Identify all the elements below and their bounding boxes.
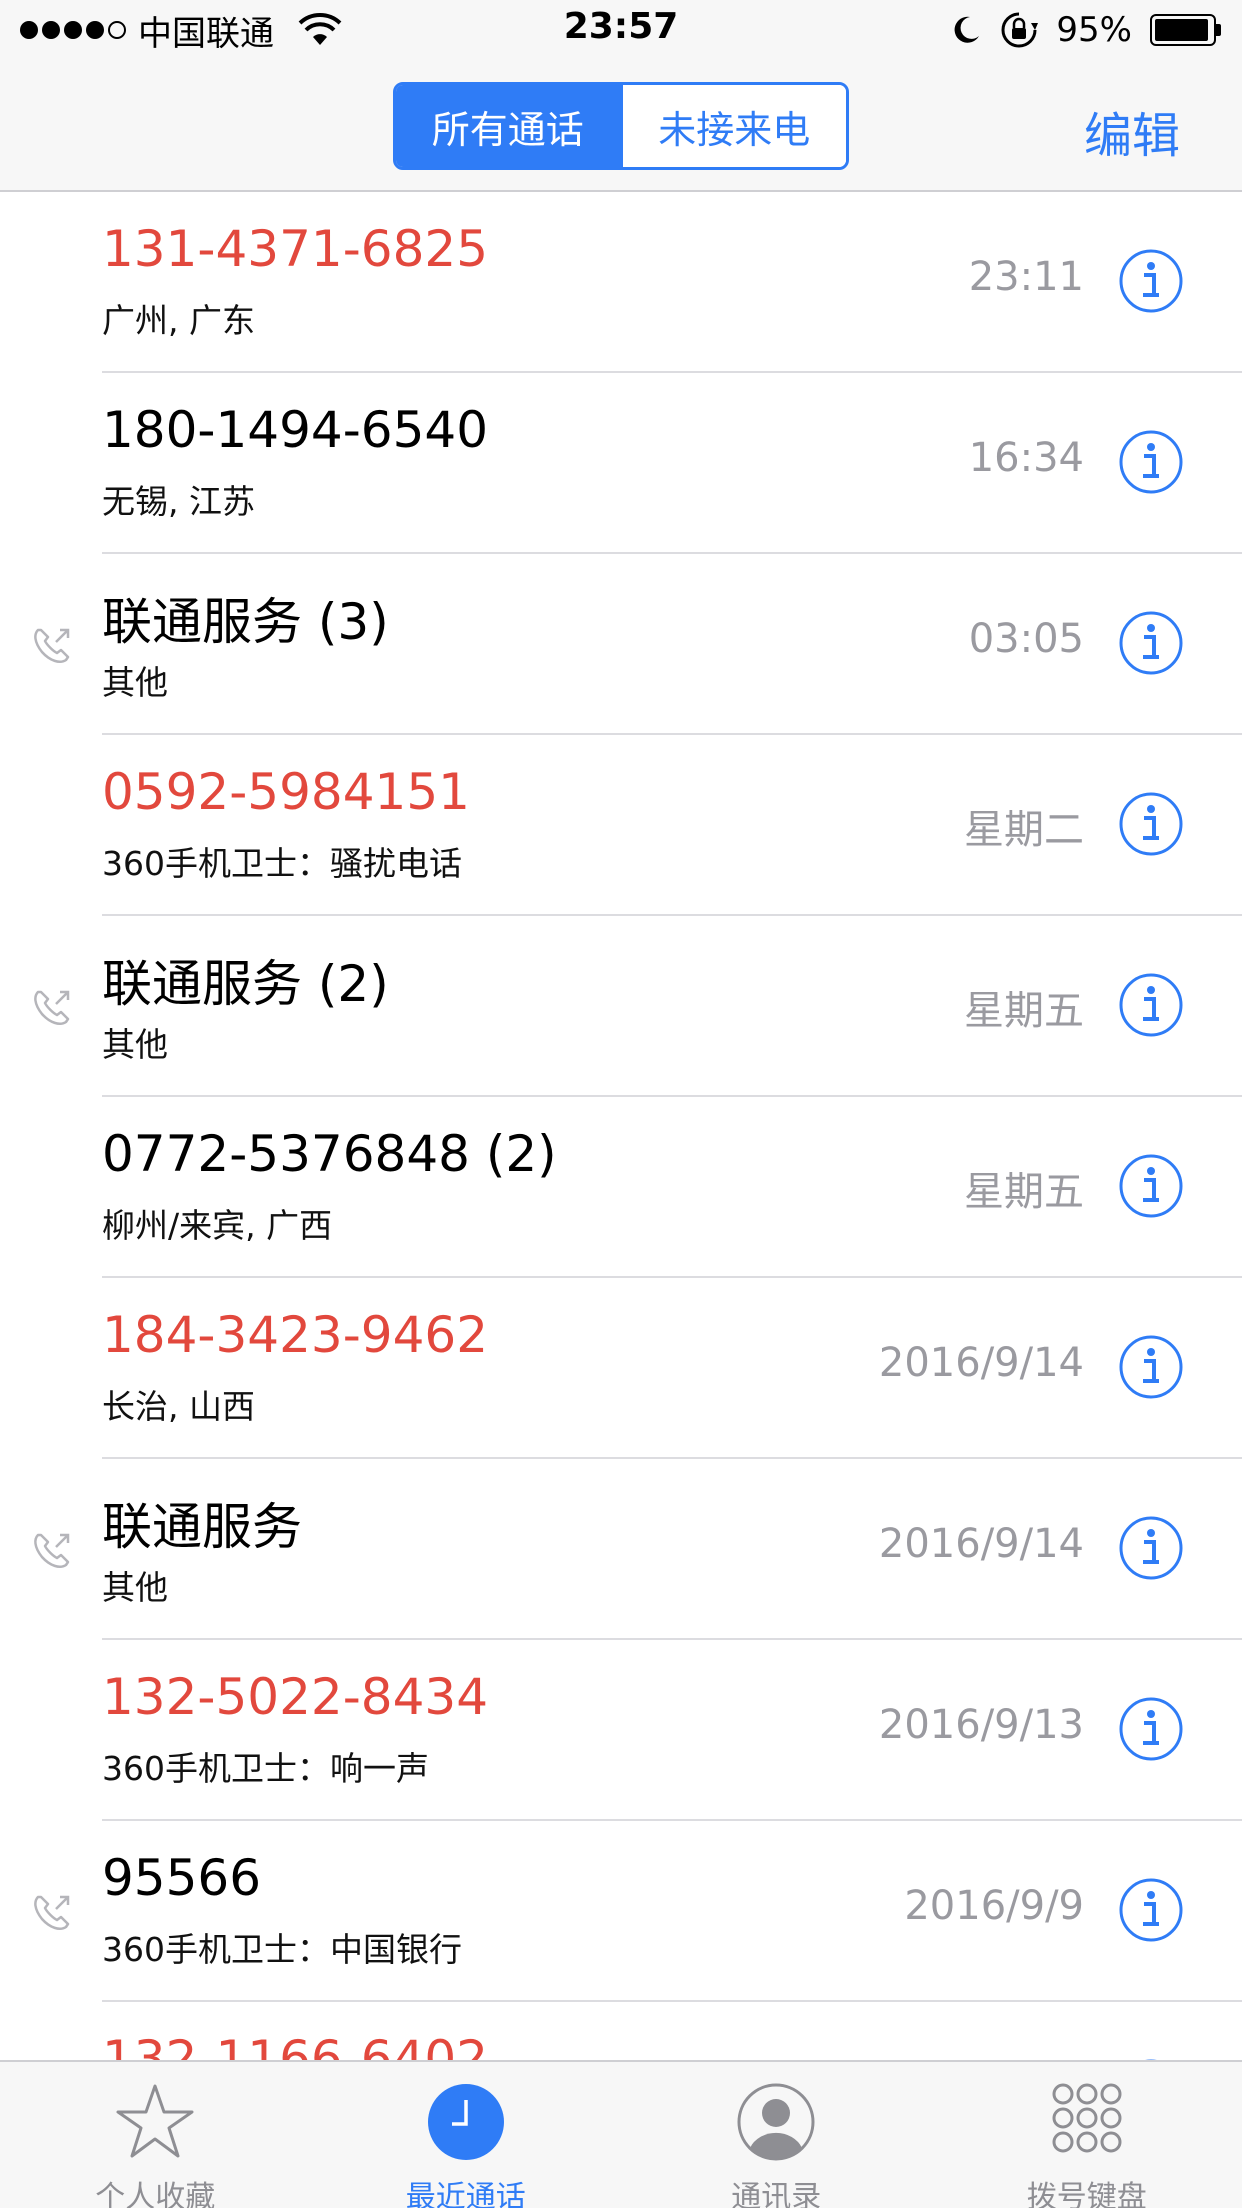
- caller-name: 180-1494-6540: [102, 401, 489, 459]
- call-row[interactable]: 联通服务 (3) 其他 03:05: [0, 554, 1242, 735]
- outgoing-call-icon: [34, 1533, 70, 1568]
- info-icon[interactable]: [1118, 1153, 1184, 1219]
- caller-name: 联通服务 (3): [102, 593, 389, 651]
- tab-label: 拨号键盘: [1026, 2180, 1147, 2208]
- tab-label: 最近通话: [405, 2180, 526, 2208]
- segment-all-calls[interactable]: 所有通话: [396, 85, 620, 167]
- info-icon[interactable]: [1118, 248, 1184, 314]
- caller-location: 其他: [102, 1568, 168, 1607]
- call-row[interactable]: 联通服务其他 2016/9/14: [0, 1459, 1242, 1640]
- battery-percent: 95%: [1056, 10, 1132, 50]
- tab-label: 通讯录: [731, 2180, 822, 2208]
- caller-name: 联通服务 (2): [102, 955, 389, 1013]
- caller-location: 其他: [102, 663, 168, 702]
- call-row[interactable]: 132-1166-6402: [0, 2002, 1242, 2060]
- info-icon[interactable]: [1118, 972, 1184, 1038]
- contact-icon: [737, 2083, 815, 2161]
- info-icon[interactable]: [1118, 429, 1184, 495]
- outgoing-call-icon: [34, 990, 70, 1025]
- call-time: 2016/9/9: [904, 1883, 1084, 1929]
- recent-calls-list: 131-4371-6825 广州, 广东 23:11 180-1494-6540 无锡,…: [0, 192, 1242, 2060]
- call-time: 03:05: [968, 616, 1084, 662]
- call-time: 2016/9/13: [878, 1702, 1084, 1748]
- caller-location: 长治, 山西: [102, 1387, 255, 1426]
- call-row[interactable]: 180-1494-6540 无锡, 江苏 16:34: [0, 373, 1242, 554]
- outgoing-call-icon: [34, 628, 70, 663]
- keypad-icon: [1052, 2083, 1122, 2153]
- tab-bar: 个人收藏 最近通话 通讯录 拨号键盘: [0, 2060, 1242, 2208]
- caller-location: 广州, 广东: [102, 301, 255, 340]
- info-icon[interactable]: [1118, 1696, 1184, 1762]
- info-icon[interactable]: [1118, 1515, 1184, 1581]
- tab-contacts[interactable]: 通讯录: [621, 2062, 932, 2208]
- caller-name: 132-5022-8434: [102, 1668, 489, 1726]
- call-time: 星期五: [964, 1169, 1084, 1215]
- caller-name: 联通服务: [102, 1498, 302, 1556]
- caller-name: 132-1166-6402: [102, 2030, 489, 2060]
- tab-favorites[interactable]: 个人收藏: [0, 2062, 311, 2208]
- caller-name: 131-4371-6825: [102, 220, 489, 278]
- caller-location: 360手机卫士：响一声: [102, 1749, 429, 1788]
- nav-bar: 所有通话 未接来电 编辑: [0, 60, 1242, 192]
- call-row[interactable]: 132-5022-8434 360手机卫士：响一声 2016/9/13: [0, 1640, 1242, 1821]
- call-row[interactable]: 0772-5376848 (2) 柳州/来宾, 广西 星期五: [0, 1097, 1242, 1278]
- moon-icon: [955, 16, 980, 43]
- edit-button[interactable]: 编辑: [1084, 96, 1180, 166]
- caller-location: 360手机卫士：骚扰电话: [102, 844, 462, 883]
- info-icon[interactable]: [1118, 1877, 1184, 1943]
- caller-name: 184-3423-9462: [102, 1306, 489, 1364]
- star-icon: [116, 2084, 194, 2158]
- caller-location: 无锡, 江苏: [102, 482, 255, 521]
- call-row[interactable]: 联通服务 (2) 其他 星期五: [0, 916, 1242, 1097]
- call-row[interactable]: 95566 360手机卫士：中国银行 2016/9/9: [0, 1821, 1242, 2002]
- battery-icon: [1150, 14, 1222, 46]
- segment-missed-calls[interactable]: 未接来电: [619, 85, 846, 167]
- call-row[interactable]: 131-4371-6825 广州, 广东 23:11: [0, 192, 1242, 373]
- call-row[interactable]: 184-3423-9462 长治, 山西 2016/9/14: [0, 1278, 1242, 1459]
- status-right: 95%: [950, 8, 1222, 52]
- info-icon[interactable]: [1118, 1334, 1184, 1400]
- outgoing-call-icon: [34, 1895, 70, 1930]
- caller-name: 0772-5376848 (2): [102, 1125, 557, 1183]
- call-filter-segmented-control: 所有通话 未接来电: [393, 82, 849, 170]
- call-time: 16:34: [968, 435, 1084, 481]
- clock-icon: [427, 2084, 504, 2160]
- caller-name: 95566: [102, 1849, 262, 1907]
- tab-keypad[interactable]: 拨号键盘: [932, 2062, 1242, 2208]
- caller-location: 柳州/来宾, 广西: [102, 1206, 333, 1245]
- call-time: 23:11: [968, 254, 1084, 300]
- info-icon[interactable]: [1118, 791, 1184, 857]
- info-icon[interactable]: [1118, 610, 1184, 676]
- tab-label: 个人收藏: [95, 2180, 216, 2208]
- caller-location: 360手机卫士：中国银行: [102, 1930, 462, 1969]
- call-time: 星期五: [964, 988, 1084, 1034]
- caller-location: 其他: [102, 1025, 168, 1064]
- call-time: 星期二: [964, 807, 1084, 853]
- call-time: 2016/9/14: [878, 1340, 1084, 1386]
- tab-recents[interactable]: 最近通话: [311, 2062, 622, 2208]
- caller-name: 0592-5984151: [102, 763, 470, 821]
- call-time: 2016/9/14: [878, 1521, 1084, 1567]
- rotation-lock-icon: [1001, 12, 1039, 48]
- call-row[interactable]: 0592-5984151 360手机卫士：骚扰电话 星期二: [0, 735, 1242, 916]
- status-bar: 中国联通 23:57 95%: [0, 0, 1242, 60]
